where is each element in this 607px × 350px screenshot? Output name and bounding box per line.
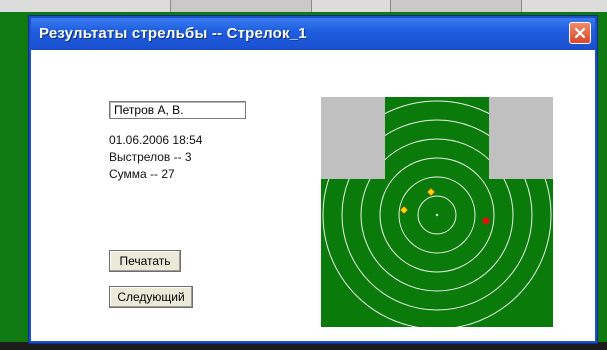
results-dialog: Результаты стрельбы -- Стрелок_1 Петров … [29, 16, 597, 343]
shots-count: Выстрелов -- 3 [109, 150, 192, 164]
background-target-area-right [597, 12, 607, 350]
target-center [435, 213, 439, 217]
shooter-name-field[interactable]: Петров А, В. [109, 101, 246, 119]
close-icon [574, 27, 586, 39]
next-button[interactable]: Следующий [109, 286, 193, 308]
close-button[interactable] [569, 22, 591, 44]
background-bottom-edge [0, 342, 607, 350]
title-bar[interactable]: Результаты стрельбы -- Стрелок_1 [31, 18, 595, 50]
dialog-title: Результаты стрельбы -- Стрелок_1 [39, 25, 307, 42]
target-frame-right [489, 97, 553, 179]
background-tab [170, 0, 312, 12]
print-button[interactable]: Печатать [109, 250, 181, 272]
target-frame-left [321, 97, 385, 179]
background-target-area [0, 12, 28, 350]
background-toolbar [0, 0, 607, 12]
target-display [321, 97, 553, 327]
background-tab [390, 0, 522, 12]
shot-hole [482, 217, 490, 225]
shot-datetime: 01.06.2006 18:54 [109, 133, 203, 147]
score-total: Сумма -- 27 [109, 167, 175, 181]
